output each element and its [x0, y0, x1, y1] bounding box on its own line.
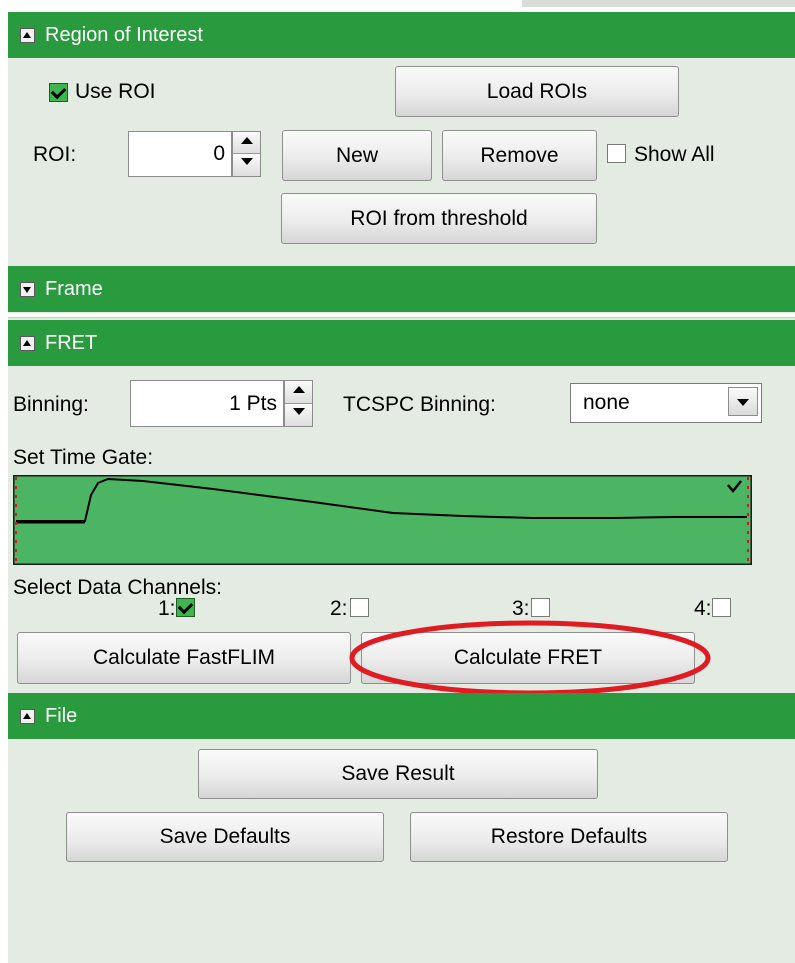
- binning-spinner[interactable]: [284, 380, 313, 427]
- channel-2-checkbox[interactable]: [350, 598, 369, 617]
- save-result-button[interactable]: Save Result: [198, 749, 598, 799]
- roi-number-field[interactable]: 0: [128, 131, 232, 177]
- roi-from-threshold-button[interactable]: ROI from threshold: [281, 193, 597, 244]
- dropdown-arrow-icon[interactable]: [728, 387, 758, 416]
- roi-spin-down-icon[interactable]: [233, 154, 260, 176]
- binning-value: 1 Pts: [229, 391, 277, 415]
- roi-label: ROI:: [33, 143, 77, 166]
- show-all-label: Show All: [634, 143, 715, 166]
- roi-number-value: 0: [213, 142, 225, 165]
- roi-spinner[interactable]: [232, 131, 261, 177]
- binning-label: Binning:: [13, 393, 89, 416]
- remove-roi-button[interactable]: Remove: [442, 130, 597, 181]
- new-roi-button[interactable]: New: [282, 130, 432, 181]
- channel-4-checkbox[interactable]: [712, 598, 731, 617]
- file-section-title: File: [45, 704, 78, 727]
- binning-field[interactable]: 1 Pts: [130, 380, 284, 427]
- restore-defaults-button[interactable]: Restore Defaults: [410, 812, 728, 862]
- channel-1-label: 1:: [158, 597, 176, 620]
- binning-spin-up-icon[interactable]: [285, 381, 312, 404]
- top-divider: [522, 0, 795, 7]
- roi-section-header[interactable]: Region of Interest: [8, 12, 795, 58]
- use-roi-checkbox[interactable]: [49, 83, 68, 102]
- collapse-arrow-icon[interactable]: [20, 708, 35, 724]
- show-all-checkbox[interactable]: [607, 144, 626, 163]
- roi-spin-up-icon[interactable]: [233, 132, 260, 154]
- fret-section-header[interactable]: FRET: [8, 320, 795, 366]
- collapse-arrow-icon[interactable]: [20, 335, 35, 351]
- collapse-arrow-icon[interactable]: [20, 27, 35, 43]
- frame-section-title: Frame: [45, 277, 103, 300]
- channel-3-checkbox[interactable]: [531, 598, 550, 617]
- binning-spin-down-icon[interactable]: [285, 403, 312, 426]
- tcspc-binning-label: TCSPC Binning:: [343, 393, 496, 416]
- load-rois-button[interactable]: Load ROIs: [395, 66, 679, 117]
- tcspc-binning-select[interactable]: none: [570, 383, 762, 423]
- highlight-ellipse: [349, 620, 711, 696]
- expand-arrow-icon[interactable]: [20, 281, 35, 297]
- time-gate-label: Set Time Gate:: [13, 446, 154, 469]
- save-defaults-button[interactable]: Save Defaults: [66, 812, 384, 862]
- channel-1-checkbox[interactable]: [176, 598, 195, 617]
- time-gate-area: [13, 475, 752, 565]
- section-divider: [8, 313, 795, 318]
- channel-2-label: 2:: [330, 597, 348, 620]
- file-section-header[interactable]: File: [8, 693, 795, 739]
- fret-section-title: FRET: [45, 331, 98, 354]
- calculate-fastflim-button[interactable]: Calculate FastFLIM: [17, 632, 351, 684]
- time-gate-plot[interactable]: [13, 475, 752, 565]
- tcspc-binning-value: none: [583, 391, 630, 414]
- use-roi-label: Use ROI: [75, 80, 156, 103]
- select-data-channels-label: Select Data Channels:: [13, 576, 222, 599]
- frame-section-header[interactable]: Frame: [8, 266, 795, 312]
- roi-section-title: Region of Interest: [45, 23, 203, 46]
